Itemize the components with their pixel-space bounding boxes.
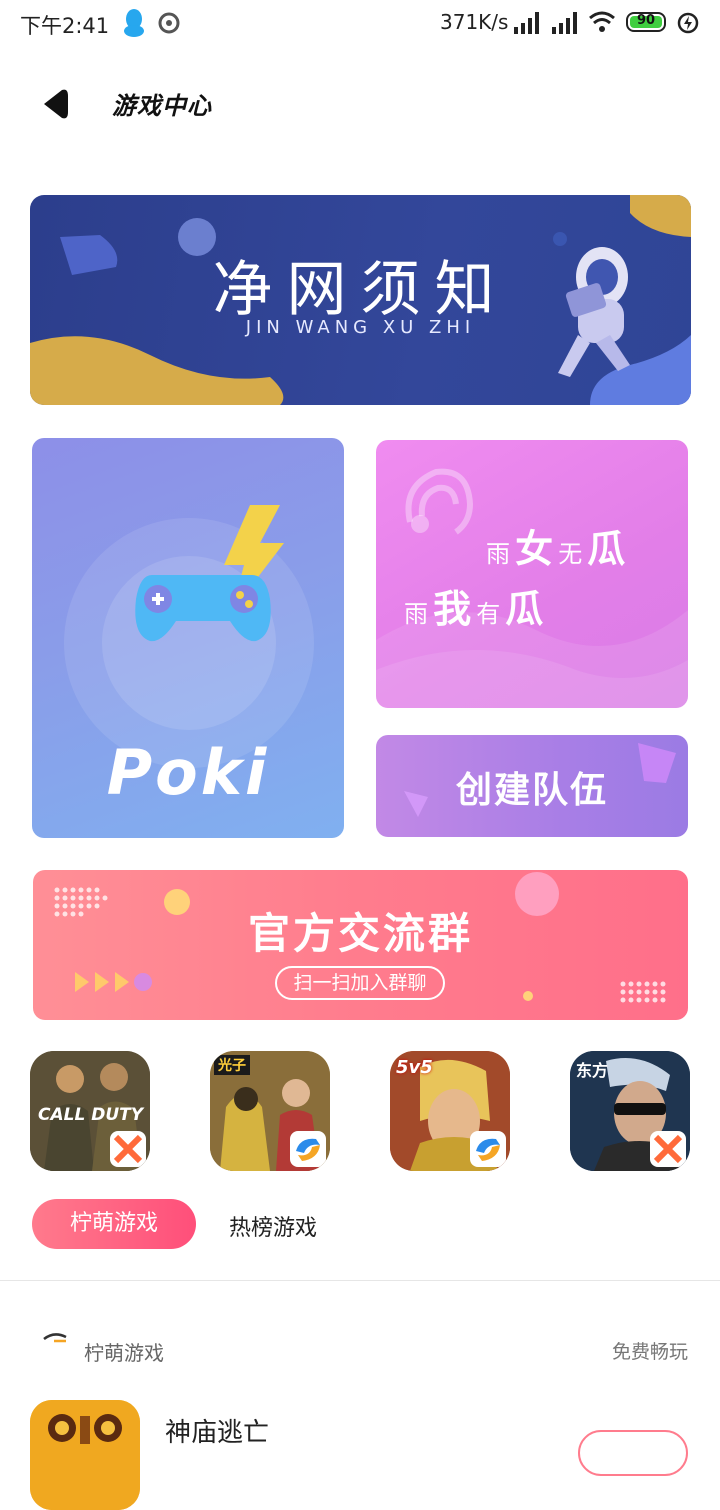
- game-icon-call-of-duty[interactable]: CALL DUTY: [30, 1051, 150, 1171]
- status-bar: 下午2:41 371K/s 90: [0, 0, 720, 50]
- status-time: 下午2:41: [20, 14, 110, 38]
- game-label: CALL DUTY: [38, 1105, 144, 1125]
- create-team-button[interactable]: 创建队伍: [376, 735, 688, 837]
- melon-char: 我: [433, 587, 472, 631]
- game-icon-peace-elite[interactable]: 光子: [210, 1051, 330, 1171]
- battery-level: 90: [636, 13, 656, 28]
- melon-char: 女: [515, 527, 554, 571]
- section-title: 柠萌游戏: [84, 1341, 164, 1365]
- melon-char: 雨: [486, 540, 510, 568]
- tencent-badge-icon: [290, 1131, 326, 1167]
- charging-icon: [677, 12, 699, 34]
- melon-card[interactable]: 雨 女 无 瓜 雨 我 有 瓜: [376, 440, 688, 708]
- melon-char: 有: [476, 600, 501, 628]
- network-speed: 371K/s: [440, 10, 509, 34]
- game-label: 光子: [214, 1055, 250, 1075]
- music-note-icon: [405, 468, 474, 535]
- tab-hot-games[interactable]: 热榜游戏: [229, 1210, 317, 1242]
- create-team-label: 创建队伍: [455, 770, 608, 811]
- poki-logo-text: Poki: [106, 736, 270, 809]
- gamepad-icon: [135, 505, 284, 642]
- divider: [0, 1280, 720, 1281]
- disc-icon: [158, 12, 180, 34]
- signal-icon: [514, 12, 539, 34]
- banner-title: 净网须知: [212, 255, 509, 325]
- melon-char: 瓜: [505, 587, 544, 631]
- banner-net-notice[interactable]: 净网须知 JIN WANG XU ZHI: [30, 195, 691, 405]
- page-title: 游戏中心: [112, 92, 212, 120]
- tencent-badge-icon: [470, 1131, 506, 1167]
- list-item-name[interactable]: 神庙逃亡: [165, 1412, 269, 1449]
- melon-line-1: 雨 女 无 瓜: [486, 518, 625, 573]
- official-group-banner[interactable]: 官方交流群 扫一扫加入群聊: [33, 870, 688, 1020]
- partner-badge-icon: [110, 1131, 146, 1167]
- game-icon-crossfire[interactable]: 东方: [570, 1051, 690, 1171]
- game-label: 东方: [576, 1061, 609, 1080]
- tab-lemon-games[interactable]: 柠萌游戏: [32, 1199, 196, 1249]
- melon-line-2: 雨 我 有 瓜: [404, 578, 543, 633]
- battery-icon: 90: [626, 12, 666, 32]
- melon-char: 雨: [404, 600, 428, 628]
- signal-icon-2: [552, 12, 577, 34]
- temple-run-icon[interactable]: [30, 1400, 140, 1510]
- play-button[interactable]: [578, 1430, 688, 1476]
- section-subtitle: 免费畅玩: [612, 1341, 689, 1363]
- partner-badge-icon: [650, 1131, 686, 1167]
- melon-char: 无: [558, 540, 583, 568]
- poki-card[interactable]: Poki: [32, 438, 344, 838]
- group-title: 官方交流群: [247, 909, 473, 958]
- game-icon-honor-of-kings[interactable]: 5v5: [390, 1051, 510, 1171]
- lemon-logo-icon: [43, 1333, 67, 1343]
- back-arrow-icon[interactable]: [40, 88, 70, 120]
- qq-icon: [124, 9, 144, 37]
- melon-char: 瓜: [587, 527, 626, 571]
- game-label: 5v5: [396, 1057, 433, 1078]
- wifi-icon: [589, 11, 615, 32]
- banner-subtitle: JIN WANG XU ZHI: [245, 317, 476, 338]
- join-group-button[interactable]: 扫一扫加入群聊: [275, 966, 445, 1000]
